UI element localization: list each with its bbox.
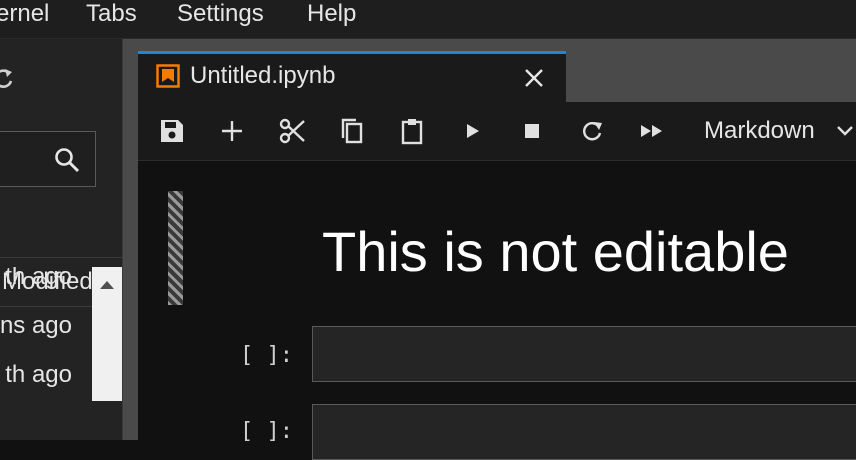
save-icon[interactable]	[157, 116, 187, 146]
file-list-item[interactable]: th ago	[0, 267, 92, 311]
menu-kernel[interactable]: ernel	[0, 0, 49, 30]
code-cell-input[interactable]	[312, 404, 856, 460]
fast-forward-icon[interactable]	[637, 116, 667, 146]
file-filter-input[interactable]	[0, 131, 96, 187]
scroll-up-arrow-icon[interactable]	[99, 277, 115, 289]
cell-collapser[interactable]	[168, 191, 183, 305]
refresh-icon[interactable]	[0, 65, 16, 93]
cell-type-dropdown[interactable]: Markdown	[704, 114, 853, 148]
paste-icon[interactable]	[397, 116, 427, 146]
notebook-icon	[156, 64, 180, 88]
file-modified-time: th ago	[5, 267, 72, 290]
file-list: th ago ns ago th ago	[0, 267, 92, 401]
rendered-markdown-heading: This is not editable	[322, 220, 789, 283]
tab-title: Untitled.ipynb	[190, 62, 336, 89]
cut-icon[interactable]	[277, 116, 307, 146]
file-list-item[interactable]: th ago	[0, 361, 92, 401]
menu-bar: ernel Tabs Settings Help	[0, 0, 856, 39]
tab-untitled-notebook[interactable]: Untitled.ipynb	[138, 51, 566, 102]
main-dock-area: Untitled.ipynb Markdown This is not edit…	[123, 39, 856, 460]
execution-prompt: [ ]:	[240, 343, 293, 368]
cell-type-selected: Markdown	[704, 117, 815, 144]
notebook-toolbar: Markdown	[138, 102, 856, 161]
menu-help[interactable]: Help	[307, 0, 356, 30]
run-icon[interactable]	[457, 116, 487, 146]
stop-icon[interactable]	[517, 116, 547, 146]
restart-icon[interactable]	[577, 116, 607, 146]
file-list-item[interactable]: ns ago	[0, 312, 92, 360]
chevron-down-icon	[836, 124, 854, 138]
menu-tabs[interactable]: Tabs	[86, 0, 137, 30]
execution-prompt: [ ]:	[240, 419, 293, 444]
file-list-scrollbar[interactable]	[92, 267, 122, 401]
menu-settings[interactable]: Settings	[177, 0, 264, 30]
notebook-panel: This is not editable [ ]: [ ]:	[138, 161, 856, 460]
search-icon	[53, 146, 81, 174]
add-icon[interactable]	[217, 116, 247, 146]
tab-bar: Untitled.ipynb	[138, 51, 856, 102]
file-modified-time: ns ago	[0, 312, 72, 339]
close-icon[interactable]	[522, 66, 546, 90]
copy-icon[interactable]	[337, 116, 367, 146]
code-cell-input[interactable]	[312, 326, 856, 382]
file-modified-time: th ago	[5, 361, 72, 388]
